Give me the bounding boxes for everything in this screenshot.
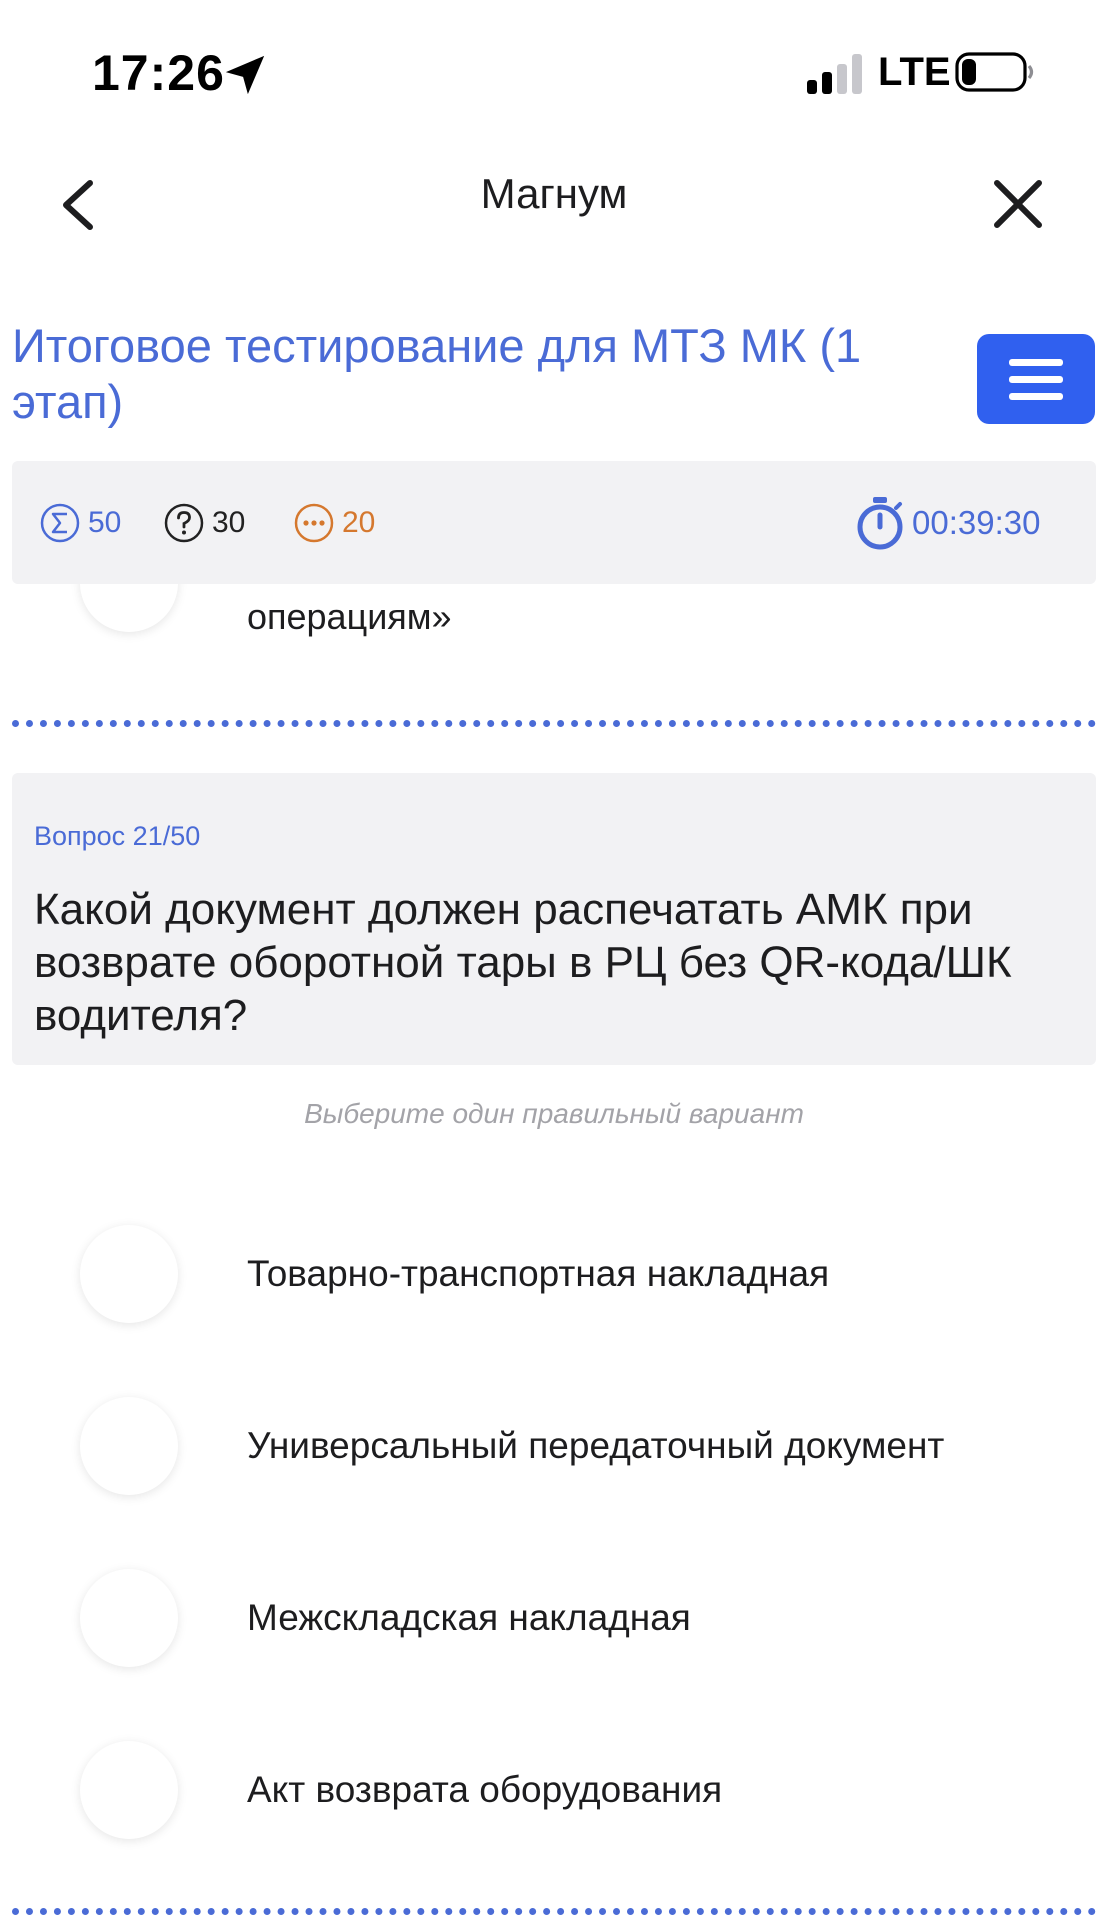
radio-button[interactable] — [80, 1397, 178, 1495]
stat-total: 50 — [38, 499, 121, 547]
radio-button[interactable] — [80, 1569, 178, 1667]
menu-button[interactable] — [977, 334, 1095, 424]
divider — [12, 720, 1096, 727]
hamburger-menu-line — [1009, 393, 1063, 400]
previous-option-label: операциям» — [247, 596, 452, 637]
close-button[interactable] — [985, 165, 1050, 245]
status-time: 17:26 — [92, 45, 225, 101]
stat-questions: 30 — [162, 499, 245, 547]
stat-skipped: 20 — [292, 499, 375, 547]
nav-title: Магнум — [480, 170, 628, 217]
stat-timer-value: 00:39:30 — [912, 504, 1041, 541]
ellipsis-circle-icon — [294, 503, 334, 543]
back-button[interactable] — [50, 165, 110, 245]
answer-option-label: Акт возврата оборудования — [247, 1769, 723, 1810]
answer-option-label: Универсальный передаточный документ — [247, 1425, 945, 1466]
network-type: LTE — [878, 50, 951, 94]
radio-button[interactable] — [80, 1741, 178, 1839]
previous-question-option[interactable]: операциям» — [0, 584, 1108, 680]
nav-bar: Магнум — [0, 150, 1108, 260]
stat-total-value: 50 — [88, 506, 122, 539]
answer-option-4[interactable]: Акт возврата оборудования — [0, 1725, 1108, 1855]
divider — [12, 1908, 1096, 1915]
close-icon — [994, 180, 1042, 228]
chevron-left-icon — [63, 180, 93, 230]
stopwatch-icon — [857, 497, 903, 550]
answer-option-label: Межскладская накладная — [247, 1597, 691, 1638]
stat-skipped-value: 20 — [342, 506, 376, 539]
stat-questions-value: 30 — [212, 506, 246, 539]
battery-icon — [955, 52, 1034, 92]
location-arrow-icon — [225, 55, 265, 95]
answer-option-1[interactable]: Товарно-транспортная накладная — [0, 1209, 1108, 1339]
sigma-icon — [40, 503, 80, 543]
question-hint: Выберите один правильный вариант — [304, 1098, 804, 1129]
stat-timer: 00:39:30 — [852, 497, 1041, 550]
cellular-signal-icon — [807, 54, 862, 94]
radio-button[interactable] — [80, 1225, 178, 1323]
test-title: Итоговое тестирование для МТЗ МК (1 этап… — [12, 319, 862, 428]
answer-option-3[interactable]: Межскладская накладная — [0, 1553, 1108, 1683]
answer-option-label: Товарно-транспортная накладная — [247, 1253, 830, 1294]
question-counter: Вопрос 21/50 — [34, 821, 201, 851]
stats-bar: 50 30 20 00:39:30 — [12, 461, 1096, 584]
status-bar: 17:26 LTE — [0, 0, 1108, 150]
question-circle-icon — [164, 503, 204, 543]
answer-option-2[interactable]: Универсальный передаточный документ — [0, 1381, 1108, 1511]
hamburger-menu-icon — [1009, 359, 1063, 366]
question-text: Какой документ должен распечатать АМК пр… — [34, 885, 1012, 1040]
hamburger-menu-line — [1009, 376, 1063, 383]
question-card: Вопрос 21/50 Какой документ должен распе… — [12, 773, 1096, 1065]
radio-button[interactable] — [80, 584, 178, 632]
